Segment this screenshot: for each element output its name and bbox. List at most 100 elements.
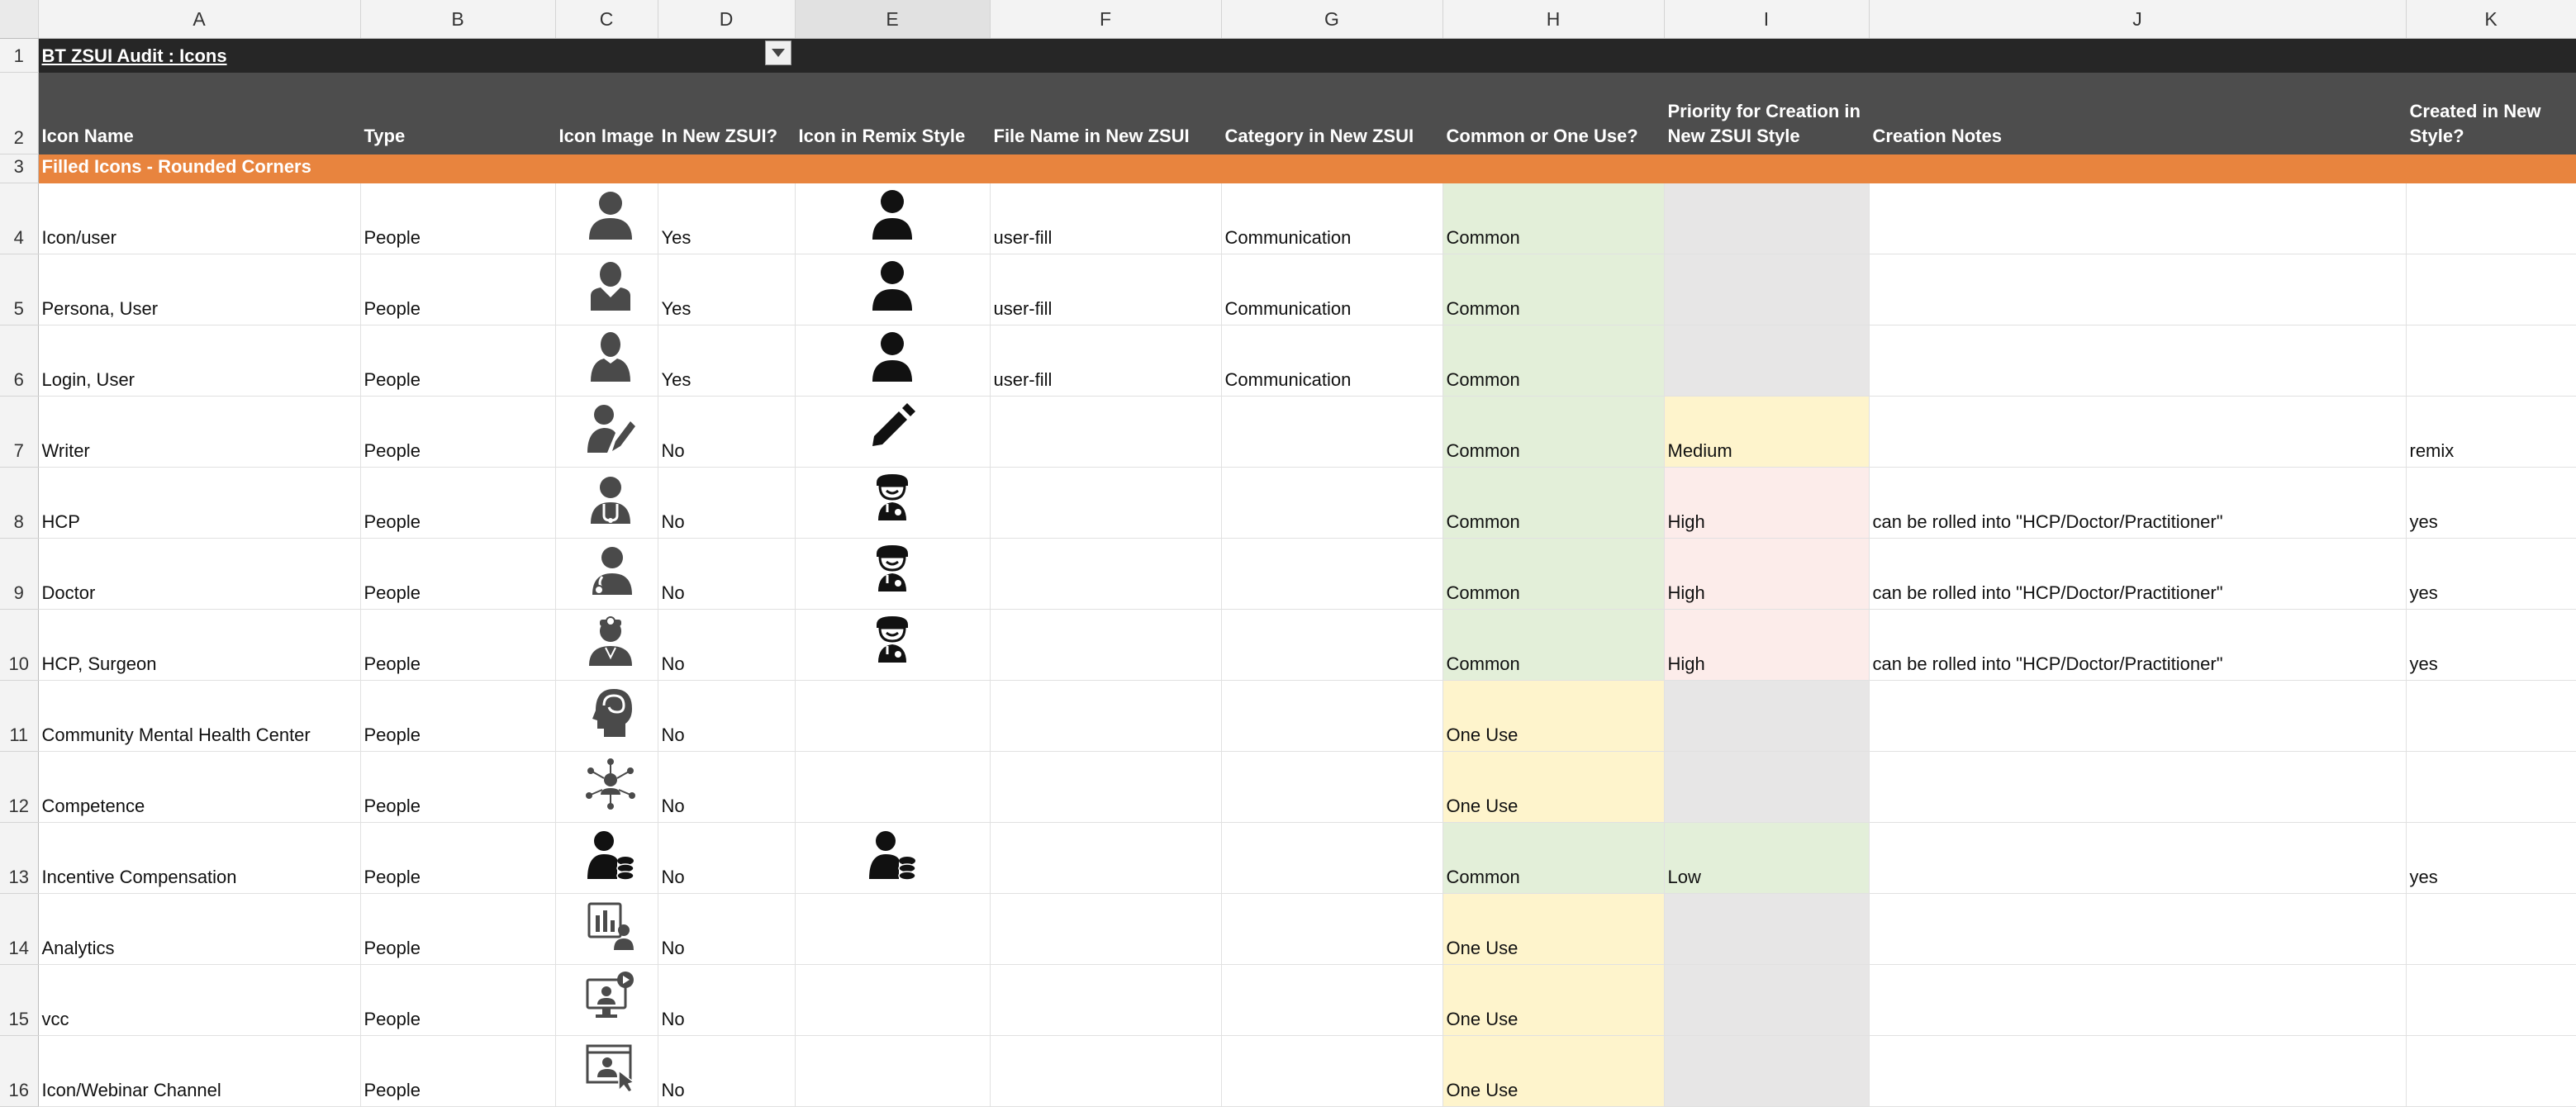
column-header-f[interactable]: F [990, 0, 1222, 39]
doctor-icon[interactable] [873, 615, 911, 664]
cell-icon-name[interactable]: Incentive Compensation [38, 822, 361, 894]
cell-notes[interactable] [1869, 751, 2407, 823]
cell-common[interactable]: Common [1442, 183, 1665, 254]
cell-icon-name[interactable]: Icon/Webinar Channel [38, 1035, 361, 1107]
cell-category[interactable] [1221, 538, 1443, 610]
cell-created[interactable] [2406, 325, 2576, 397]
webinar-icon[interactable] [586, 1041, 635, 1094]
cell-in-new[interactable]: No [658, 964, 796, 1036]
cell-file-name[interactable] [990, 822, 1222, 894]
cell-remix-icon[interactable] [795, 396, 991, 468]
cell-priority[interactable] [1664, 183, 1870, 254]
cell-file-name[interactable] [990, 396, 1222, 468]
cell-file-name[interactable]: user-fill [990, 183, 1222, 254]
header-common[interactable]: Common or One Use? [1442, 72, 1665, 154]
row-number[interactable]: 7 [0, 396, 39, 468]
cell-common[interactable]: Common [1442, 396, 1665, 468]
cell-notes[interactable] [1869, 964, 2407, 1036]
cell-in-new[interactable]: No [658, 609, 796, 681]
cell-in-new[interactable]: Yes [658, 183, 796, 254]
row-number[interactable]: 5 [0, 254, 39, 325]
cell-type[interactable]: People [360, 822, 556, 894]
cell-type[interactable]: People [360, 751, 556, 823]
cell-icon-name[interactable]: Writer [38, 396, 361, 468]
cell-remix-icon[interactable] [795, 822, 991, 894]
column-header-a[interactable]: A [38, 0, 361, 39]
cell-notes[interactable] [1869, 325, 2407, 397]
doctor-icon[interactable] [873, 544, 911, 593]
cell-created[interactable]: yes [2406, 822, 2576, 894]
column-header-d[interactable]: D [658, 0, 796, 39]
cell-common[interactable]: One Use [1442, 1035, 1665, 1107]
cell-priority[interactable] [1664, 751, 1870, 823]
header-type[interactable]: Type [360, 72, 556, 154]
cell-icon-image[interactable] [555, 396, 658, 468]
header-icon-name[interactable]: Icon Name [38, 72, 361, 154]
person-coins-icon[interactable] [867, 828, 917, 881]
cell-category[interactable] [1221, 609, 1443, 681]
cell-remix-icon[interactable] [795, 325, 991, 397]
cell-created[interactable]: yes [2406, 538, 2576, 610]
cell-common[interactable]: One Use [1442, 893, 1665, 965]
cell-created[interactable]: remix [2406, 396, 2576, 468]
cell-category[interactable] [1221, 467, 1443, 539]
cell-common[interactable]: Common [1442, 467, 1665, 539]
cell-notes[interactable] [1869, 396, 2407, 468]
cell-in-new[interactable]: No [658, 822, 796, 894]
column-header-i[interactable]: I [1664, 0, 1870, 39]
persona-icon[interactable] [586, 259, 635, 312]
cell-in-new[interactable]: No [658, 751, 796, 823]
row-number[interactable]: 8 [0, 467, 39, 539]
cell-icon-name[interactable]: Login, User [38, 325, 361, 397]
cell-notes[interactable] [1869, 254, 2407, 325]
cell-priority[interactable]: High [1664, 538, 1870, 610]
cell-in-new[interactable]: No [658, 396, 796, 468]
column-header-j[interactable]: J [1869, 0, 2407, 39]
header-notes[interactable]: Creation Notes [1869, 72, 2407, 154]
column-header-k[interactable]: K [2406, 0, 2576, 39]
hcp-icon[interactable] [586, 473, 635, 525]
cell-priority[interactable]: Medium [1664, 396, 1870, 468]
cell-type[interactable]: People [360, 609, 556, 681]
cell-priority[interactable] [1664, 254, 1870, 325]
cell-type[interactable]: People [360, 325, 556, 397]
cell-category[interactable] [1221, 964, 1443, 1036]
cell-remix-icon[interactable] [795, 609, 991, 681]
doctor-stethoscope-icon[interactable] [586, 544, 635, 596]
analytics-person-icon[interactable] [586, 899, 635, 952]
cell-category[interactable] [1221, 1035, 1443, 1107]
cell-icon-image[interactable] [555, 538, 658, 610]
cell-remix-icon[interactable] [795, 467, 991, 539]
cell-in-new[interactable]: No [658, 467, 796, 539]
cell-file-name[interactable] [990, 467, 1222, 539]
cell-icon-image[interactable] [555, 964, 658, 1036]
cell-priority[interactable] [1664, 680, 1870, 752]
cell-created[interactable] [2406, 254, 2576, 325]
cell-common[interactable]: One Use [1442, 680, 1665, 752]
cell-common[interactable]: Common [1442, 538, 1665, 610]
title-fill[interactable] [795, 38, 2576, 73]
cell-type[interactable]: People [360, 964, 556, 1036]
cell-type[interactable]: People [360, 1035, 556, 1107]
cell-remix-icon[interactable] [795, 680, 991, 752]
cell-in-new[interactable]: No [658, 893, 796, 965]
cell-type[interactable]: People [360, 254, 556, 325]
cell-in-new[interactable]: Yes [658, 254, 796, 325]
cell-type[interactable]: People [360, 183, 556, 254]
cell-notes[interactable] [1869, 893, 2407, 965]
cell-icon-image[interactable] [555, 680, 658, 752]
pencil-icon[interactable] [869, 401, 915, 448]
column-header-g[interactable]: G [1221, 0, 1443, 39]
cell-created[interactable] [2406, 183, 2576, 254]
cell-remix-icon[interactable] [795, 1035, 991, 1107]
login-user-icon[interactable] [586, 330, 635, 383]
column-header-b[interactable]: B [360, 0, 556, 39]
title-cell[interactable]: BT ZSUI Audit : Icons [38, 38, 796, 73]
cell-icon-name[interactable]: Community Mental Health Center [38, 680, 361, 752]
cell-notes[interactable] [1869, 680, 2407, 752]
cell-icon-name[interactable]: Doctor [38, 538, 361, 610]
cell-remix-icon[interactable] [795, 254, 991, 325]
row-number[interactable]: 13 [0, 822, 39, 894]
cell-notes[interactable] [1869, 822, 2407, 894]
cell-type[interactable]: People [360, 538, 556, 610]
